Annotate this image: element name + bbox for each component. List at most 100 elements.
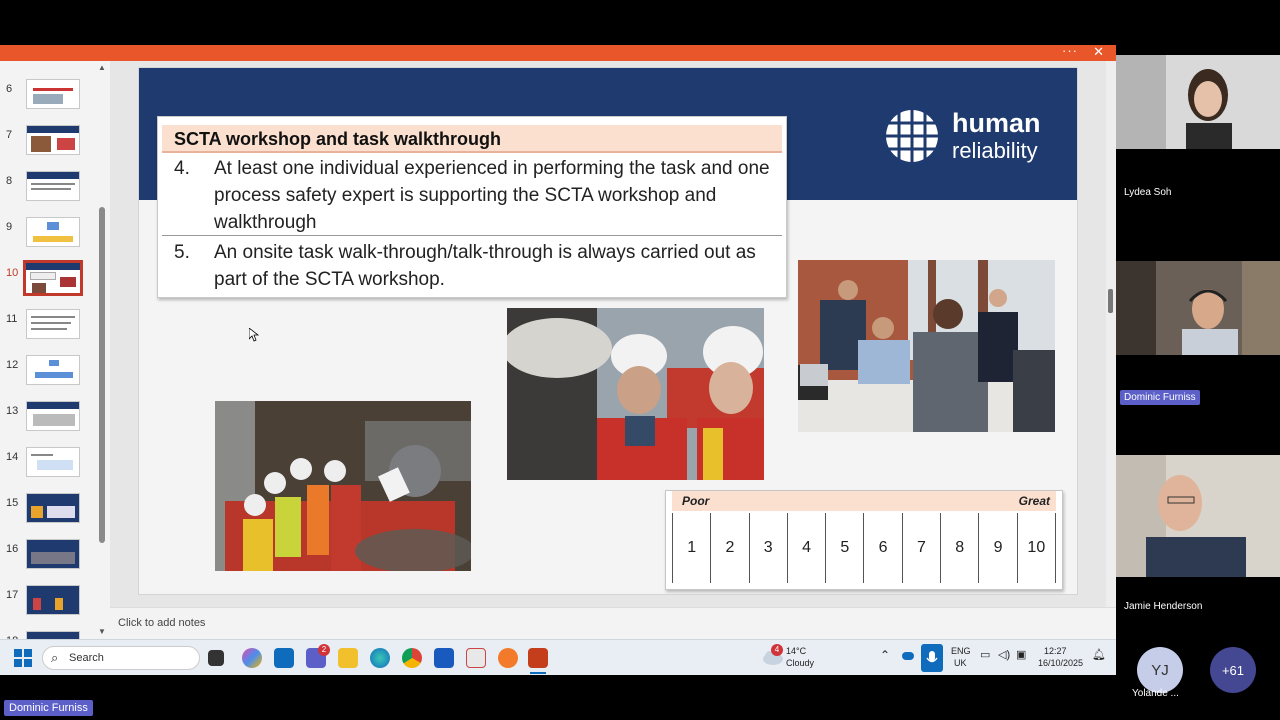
microphone-icon bbox=[926, 651, 938, 663]
workers-group-photo[interactable] bbox=[215, 401, 471, 571]
thumbnail-slide-18[interactable]: 18 bbox=[0, 629, 96, 639]
thumbnail-slide-6[interactable]: 6 bbox=[0, 77, 96, 117]
office-meeting-photo[interactable] bbox=[798, 260, 1055, 432]
copilot-icon[interactable] bbox=[242, 648, 262, 668]
powerpoint-icon[interactable] bbox=[528, 648, 548, 668]
rating-low-label: Poor bbox=[682, 494, 710, 508]
video-tile-lydea[interactable] bbox=[1116, 55, 1280, 149]
app-icon[interactable] bbox=[466, 648, 486, 668]
text-box-title: SCTA workshop and task walkthrough bbox=[162, 125, 782, 153]
rating-cell[interactable]: 4 bbox=[788, 513, 827, 583]
powerpoint-window: 6 7 8 9 10 11 12 13 14 15 16 17 ▲ ▼ huma… bbox=[0, 61, 1116, 639]
onedrive-icon[interactable] bbox=[902, 652, 914, 660]
participant-name: Yolande ... bbox=[1132, 688, 1179, 699]
video-tile-jamie[interactable] bbox=[1116, 455, 1280, 577]
item-text: An onsite task walk-through/talk-through… bbox=[214, 242, 756, 290]
item-text: At least one individual experienced in p… bbox=[214, 158, 770, 233]
more-participants-button[interactable]: +61 bbox=[1210, 647, 1256, 693]
speaker-icon[interactable]: ◁) bbox=[998, 650, 1010, 661]
outlook-icon[interactable] bbox=[274, 648, 294, 668]
scroll-up-icon[interactable]: ▲ bbox=[98, 63, 106, 72]
scroll-down-icon[interactable]: ▼ bbox=[98, 627, 106, 636]
rating-cell[interactable]: 10 bbox=[1018, 513, 1056, 583]
participant-name-active: Dominic Furniss bbox=[1120, 390, 1200, 405]
thumbnail-slide-12[interactable]: 12 bbox=[0, 353, 96, 393]
weather-badge: 4 bbox=[771, 644, 783, 656]
participants-panel: Lydea Soh Dominic Furniss Jamie Henderso… bbox=[1116, 45, 1280, 699]
thumbnail-slide-10[interactable]: 10 bbox=[0, 260, 96, 301]
chrome-icon[interactable] bbox=[402, 648, 422, 668]
thumbnail-slide-13[interactable]: 13 bbox=[0, 399, 96, 439]
rating-cell[interactable]: 9 bbox=[979, 513, 1018, 583]
rating-high-label: Great bbox=[1018, 494, 1050, 508]
slide-number: 14 bbox=[6, 451, 19, 463]
thumbnail-slide-17[interactable]: 17 bbox=[0, 583, 96, 623]
task-view-icon[interactable] bbox=[208, 650, 224, 666]
rating-cells: 1 2 3 4 5 6 7 8 9 10 bbox=[672, 513, 1056, 583]
clock-date[interactable]: 16/10/2025 bbox=[1038, 658, 1083, 669]
rating-cell[interactable]: 5 bbox=[826, 513, 865, 583]
search-icon: ⌕ bbox=[51, 650, 59, 665]
slide-number: 15 bbox=[6, 497, 19, 509]
edge-icon[interactable] bbox=[370, 648, 390, 668]
video-tile-dominic[interactable] bbox=[1116, 261, 1280, 355]
thumbnail-slide-14[interactable]: 14 bbox=[0, 445, 96, 485]
scrollbar-thumb[interactable] bbox=[99, 207, 105, 543]
rating-cell[interactable]: 2 bbox=[711, 513, 750, 583]
slide-thumbnail-pane: 6 7 8 9 10 11 12 13 14 15 16 17 bbox=[0, 61, 110, 639]
language-region: UK bbox=[954, 658, 967, 668]
battery-icon[interactable]: ▣ bbox=[1016, 650, 1026, 661]
rating-cell[interactable]: 3 bbox=[750, 513, 788, 583]
thumbnail-scrollbar[interactable]: ▲ ▼ bbox=[97, 61, 107, 639]
presenter-label: Dominic Furniss bbox=[4, 700, 93, 716]
slide-canvas[interactable]: human reliability SCTA workshop and task… bbox=[138, 67, 1078, 595]
participant-name: Jamie Henderson bbox=[1124, 601, 1203, 612]
more-options-button[interactable]: ··· bbox=[1062, 43, 1078, 58]
criteria-text-box[interactable]: SCTA workshop and task walkthrough 4. At… bbox=[157, 116, 787, 298]
slide-number: 10 bbox=[6, 267, 19, 279]
display-icon[interactable]: ▭ bbox=[980, 650, 990, 661]
rating-scale: Poor Great 1 2 3 4 5 6 7 8 9 10 bbox=[665, 490, 1063, 590]
thumbnail-slide-15[interactable]: 15 bbox=[0, 491, 96, 531]
slide-number: 9 bbox=[6, 221, 13, 233]
search-placeholder: Search bbox=[69, 652, 104, 664]
weather-desc: Cloudy bbox=[786, 658, 815, 668]
file-explorer-icon[interactable] bbox=[338, 648, 358, 668]
thumbnail-slide-7[interactable]: 7 bbox=[0, 123, 96, 163]
thumbnail-slide-11[interactable]: 11 bbox=[0, 307, 96, 347]
slide-number: 13 bbox=[6, 405, 19, 417]
rating-cell[interactable]: 1 bbox=[672, 513, 712, 583]
slide-number: 11 bbox=[6, 313, 18, 325]
thumbnail-slide-9[interactable]: 9 bbox=[0, 215, 96, 255]
slide-number: 7 bbox=[6, 129, 13, 141]
teams-badge: 2 bbox=[318, 644, 330, 656]
language-indicator[interactable]: ENG bbox=[951, 646, 971, 657]
clock-time[interactable]: 12:27 bbox=[1044, 646, 1067, 657]
microphone-button[interactable] bbox=[921, 644, 943, 672]
slide-scrollbar[interactable] bbox=[1106, 61, 1116, 607]
rating-cell[interactable]: 6 bbox=[864, 513, 903, 583]
thumbnail-slide-8[interactable]: 8 bbox=[0, 169, 96, 209]
rating-cell[interactable]: 7 bbox=[903, 513, 942, 583]
thumbnail-slide-16[interactable]: 16 bbox=[0, 537, 96, 577]
notification-bell-icon[interactable]: 🔔︎ bbox=[1092, 650, 1106, 661]
taskbar-search[interactable]: ⌕ Search bbox=[42, 646, 200, 670]
avatar[interactable]: YJ bbox=[1137, 647, 1183, 693]
close-button[interactable]: ✕ bbox=[1093, 44, 1104, 60]
scrollbar-thumb[interactable] bbox=[1108, 289, 1113, 313]
globe-icon bbox=[886, 110, 938, 162]
slide-edit-area: human reliability SCTA workshop and task… bbox=[110, 61, 1106, 607]
word-icon[interactable] bbox=[434, 648, 454, 668]
chevron-up-icon[interactable]: ⌃ bbox=[880, 649, 890, 661]
slide-number: 17 bbox=[6, 589, 19, 601]
active-app-indicator bbox=[530, 672, 546, 674]
engineers-photo[interactable] bbox=[507, 308, 764, 480]
slide-number: 8 bbox=[6, 175, 13, 187]
app-icon-orange[interactable] bbox=[498, 648, 518, 668]
rating-cell[interactable]: 8 bbox=[941, 513, 980, 583]
notes-pane[interactable]: Click to add notes bbox=[110, 607, 1116, 639]
notes-placeholder[interactable]: Click to add notes bbox=[118, 617, 205, 629]
weather-temp: 14°C bbox=[786, 646, 807, 656]
human-reliability-logo: human reliability bbox=[884, 108, 1064, 168]
windows-start-icon[interactable] bbox=[14, 649, 32, 667]
